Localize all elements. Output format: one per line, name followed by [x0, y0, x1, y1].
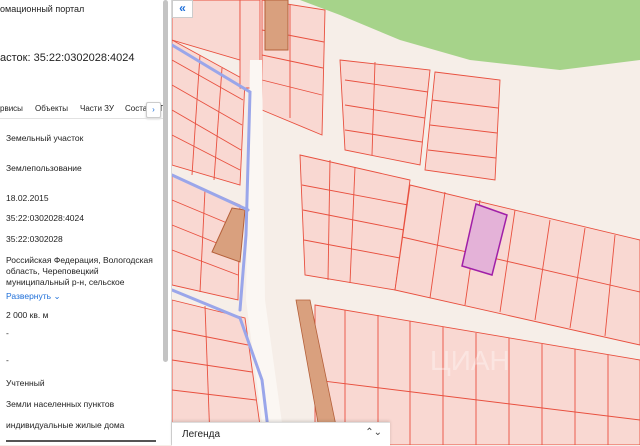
- tab-composition[interactable]: Соста: [125, 104, 147, 113]
- panel-scrollbar[interactable]: [163, 0, 168, 362]
- orange-parcel-top: [264, 0, 289, 51]
- tabs-scroll-right-button[interactable]: ›: [146, 102, 161, 118]
- address: Российская Федерация, Вологодская област…: [6, 255, 153, 287]
- land-category: Земли населенных пунктов: [6, 399, 115, 409]
- bottom-rule: [6, 440, 156, 442]
- permitted-use: индивидуальные жилые дома: [6, 420, 125, 430]
- object-type: Земельный участок: [6, 133, 84, 143]
- map-watermark: ЦИАН: [430, 345, 510, 376]
- tab-parts[interactable]: Части ЗУ: [80, 104, 114, 113]
- object-category: Землепользование: [6, 163, 82, 173]
- legend-label: Легенда: [182, 429, 221, 440]
- collapse-panel-button[interactable]: «: [172, 0, 193, 18]
- portal-title: омационный портал: [0, 4, 85, 14]
- cadastral-number: 35:22:0302028:4024: [6, 213, 84, 223]
- tab-services[interactable]: рвисы: [0, 104, 23, 113]
- expand-link[interactable]: Развернуть ⌄: [6, 291, 61, 302]
- tab-objects[interactable]: Объекты: [35, 104, 68, 113]
- empty-value-2: -: [6, 355, 9, 365]
- double-chevron-left-icon: «: [179, 1, 186, 15]
- expand-link-label: Развернуть: [6, 291, 52, 301]
- legend-bar[interactable]: Легенда ⌃⌄: [172, 422, 390, 446]
- info-panel: омационный портал асток: 35:22:0302028:4…: [0, 0, 172, 445]
- registration-date: 18.02.2015: [6, 193, 49, 203]
- area-value: 2 000 кв. м: [6, 310, 49, 320]
- parcel-heading: асток: 35:22:0302028:4024: [0, 52, 135, 64]
- tab-bar: рвисы Объекты Части ЗУ Соста Г ›: [0, 101, 165, 118]
- expand-collapse-icon[interactable]: ⌃⌄: [365, 427, 382, 438]
- empty-value-1: -: [6, 328, 9, 338]
- tab-divider: [0, 118, 165, 119]
- cadastral-quarter: 35:22:0302028: [6, 234, 63, 244]
- chevron-down-icon: ⌄: [53, 291, 61, 301]
- status-value: Учтенный: [6, 378, 45, 388]
